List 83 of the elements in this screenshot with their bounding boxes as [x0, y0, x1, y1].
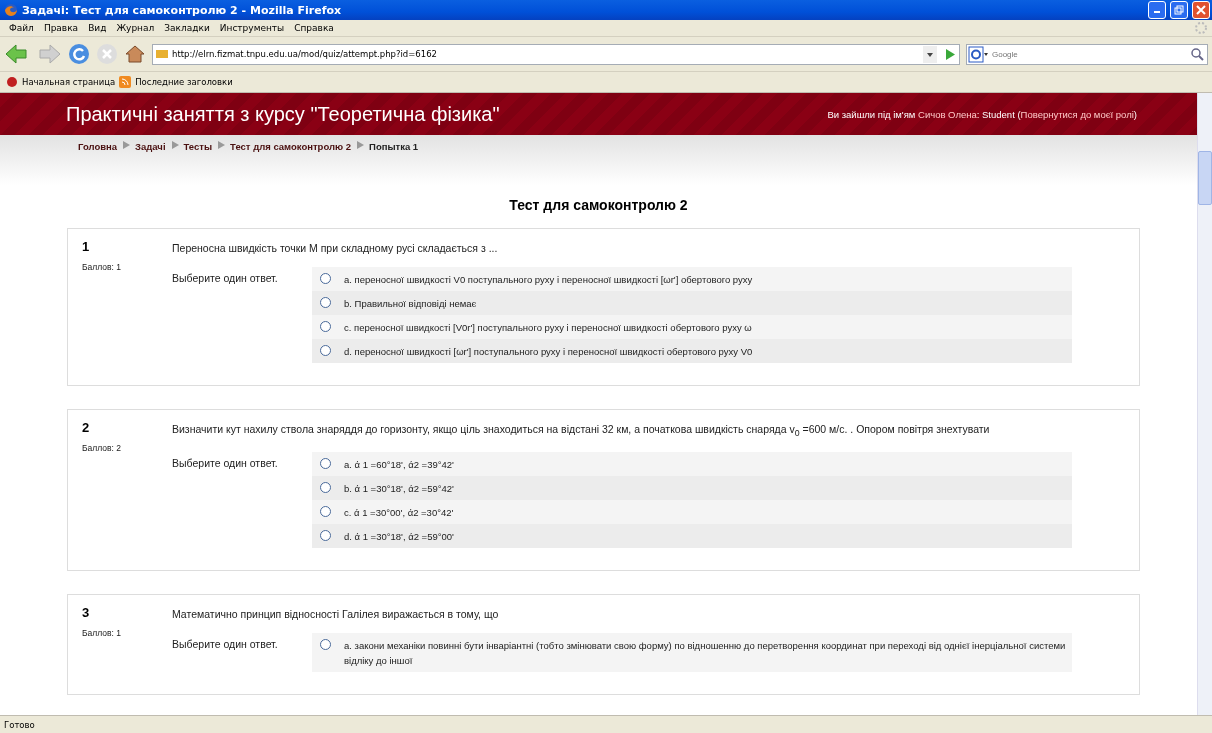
answer-option[interactable]: d. ά 1 =30°18', ά2 =59°00'	[312, 524, 1072, 549]
answer-label: a. ά 1 =60°18', ά2 =39°42'	[344, 458, 454, 473]
dropdown-icon[interactable]	[923, 45, 937, 63]
login-text: Ви зайшли під ім'ям	[827, 108, 917, 120]
question-grade: Баллов: 1	[82, 262, 122, 272]
answer-option[interactable]: c. переносної швидкості [V0r'] поступального руху і переносної швидкості обертового руху ω	[312, 315, 1072, 339]
radio-button[interactable]	[320, 321, 331, 332]
answer-prompt: Выберите один ответ.	[172, 456, 279, 472]
menu-item[interactable]: Справка	[289, 23, 339, 33]
answer-option[interactable]: d. переносної швидкості [ωr'] поступального руху і переносної швидкості обертового руху V0	[312, 339, 1072, 363]
answer-prompt: Выберите один ответ.	[172, 637, 279, 653]
menu-item[interactable]: Правка	[38, 23, 84, 33]
site-title: Практичні заняття з курсу "Теоретична фізика"	[66, 102, 501, 126]
bookmark-link[interactable]: Начальная страница	[22, 77, 116, 87]
radio-button[interactable]	[320, 530, 331, 542]
menu-item[interactable]: Журнал	[111, 23, 160, 33]
breadcrumb-current: Попытка 1	[369, 141, 419, 152]
role-text: : Student (	[976, 108, 1021, 120]
restore-icon	[1174, 5, 1184, 15]
paren-text: )	[1133, 108, 1137, 120]
answer-label: d. ά 1 =30°18', ά2 =59°00'	[344, 530, 454, 545]
breadcrumb-link[interactable]: Тесты	[183, 141, 213, 152]
reload-icon[interactable]	[68, 43, 90, 65]
search-field[interactable]: Google	[966, 43, 1208, 65]
answer-label: d. переносної швидкості [ωr'] поступального руху і переносної швидкості обертового руху V0	[344, 345, 753, 359]
menu-item[interactable]: Закладки	[159, 23, 215, 33]
answer-label: c. ά 1 =30°00', ά2 =30°42'	[344, 506, 454, 521]
separator-icon	[217, 141, 226, 149]
breadcrumb-link[interactable]: Задачі	[135, 141, 166, 152]
answer-option[interactable]: b. Правильної відповіді немає	[312, 291, 1072, 315]
answer-label: c. переносної швидкості [V0r'] поступального руху і переносної швидкості обертового руху ω	[344, 321, 752, 335]
radio-button[interactable]	[320, 345, 331, 356]
question-number: 1	[82, 239, 91, 254]
user-link[interactable]: Сичов Олена	[918, 108, 977, 120]
radio-button[interactable]	[320, 482, 331, 494]
scrollbar[interactable]	[1197, 93, 1212, 715]
separator-icon	[122, 141, 131, 149]
answer-label: b. Правильної відповіді немає	[344, 297, 477, 311]
close-button[interactable]	[1192, 1, 1210, 19]
answer-option[interactable]: a. ά 1 =60°18', ά2 =39°42'	[312, 452, 1072, 477]
rss-icon	[119, 76, 132, 88]
throbber-icon	[1194, 21, 1208, 35]
answer-option[interactable]: c. ά 1 =30°00', ά2 =30°42'	[312, 500, 1072, 525]
bookmark-link[interactable]: Последние заголовки	[135, 77, 233, 87]
answer-label: b. ά 1 =30°18', ά2 =59°42'	[344, 482, 454, 497]
home-icon[interactable]	[124, 43, 146, 65]
question-grade: Баллов: 1	[82, 628, 122, 639]
answer-option[interactable]: a. закони механіки повинні бути інваріантні (тобто змінювати свою форму) по відношенню до перетворення координат при переході від однієї інерціальної системи відліку до іншої	[312, 633, 1072, 673]
quiz-title: Тест для самоконтролю 2	[508, 197, 689, 213]
menu-item[interactable]: Инструменты	[214, 23, 290, 33]
minimize-button[interactable]	[1148, 1, 1166, 19]
answer-option[interactable]: a. переносної швидкості V0 поступального руху і переносної швидкості [ωr'] обертового руху	[312, 267, 1072, 291]
radio-button[interactable]	[320, 639, 331, 651]
restore-button[interactable]	[1170, 1, 1188, 19]
site-icon	[156, 49, 168, 59]
question-number: 3	[82, 605, 91, 621]
separator-icon	[356, 141, 365, 149]
menu-item[interactable]: Файл	[4, 23, 39, 33]
address-field[interactable]: http://elrn.fizmat.tnpu.edu.ua/mod/quiz/attempt.php?id=6162	[152, 43, 960, 65]
question-text: Переносна швидкість точки М при складному русі складається з ...	[172, 241, 499, 256]
answer-label: a. закони механіки повинні бути інваріантні (тобто змінювати свою форму) по відношенню до перетворення координат при переході від однієї інерціальної системи відліку до іншої	[344, 639, 1067, 669]
firefox-icon	[4, 3, 18, 17]
question-grade: Баллов: 2	[82, 443, 122, 453]
answer-prompt: Выберите один ответ.	[172, 271, 279, 286]
bookmark-icon	[6, 76, 18, 88]
window-title: Задачі: Тест для самоконтролю 2 - Mozilla Firefox	[22, 3, 343, 17]
separator-icon	[170, 141, 179, 149]
radio-button[interactable]	[320, 297, 331, 308]
radio-button[interactable]	[320, 506, 331, 518]
back-icon[interactable]	[4, 43, 30, 65]
question-text: Математично принцип відносності Галілея виражається в тому, що	[172, 607, 500, 623]
close-icon	[1196, 5, 1206, 15]
menu-item[interactable]: Вид	[83, 23, 112, 33]
question-number: 2	[82, 420, 91, 435]
breadcrumb-link[interactable]: Тест для самоконтролю 2	[230, 141, 352, 152]
radio-button[interactable]	[320, 458, 331, 470]
search-engine-icon[interactable]	[967, 45, 989, 63]
breadcrumb-link[interactable]: Головна	[78, 141, 118, 152]
answer-label: a. переносної швидкості V0 поступального руху і переносної швидкості [ωr'] обертового руху	[344, 273, 753, 287]
question-text: Визначити кут нахилу ствола знаряддя до горизонту, якщо ціль знаходиться на відстані 32 км, а початкова швидкість снаряда v$_{0}$ =600 м/с. . Опором повітря знехтувати	[172, 422, 991, 441]
radio-button[interactable]	[320, 273, 331, 284]
status-text: Готово	[4, 719, 35, 730]
answer-option[interactable]: b. ά 1 =30°18', ά2 =59°42'	[312, 476, 1072, 501]
